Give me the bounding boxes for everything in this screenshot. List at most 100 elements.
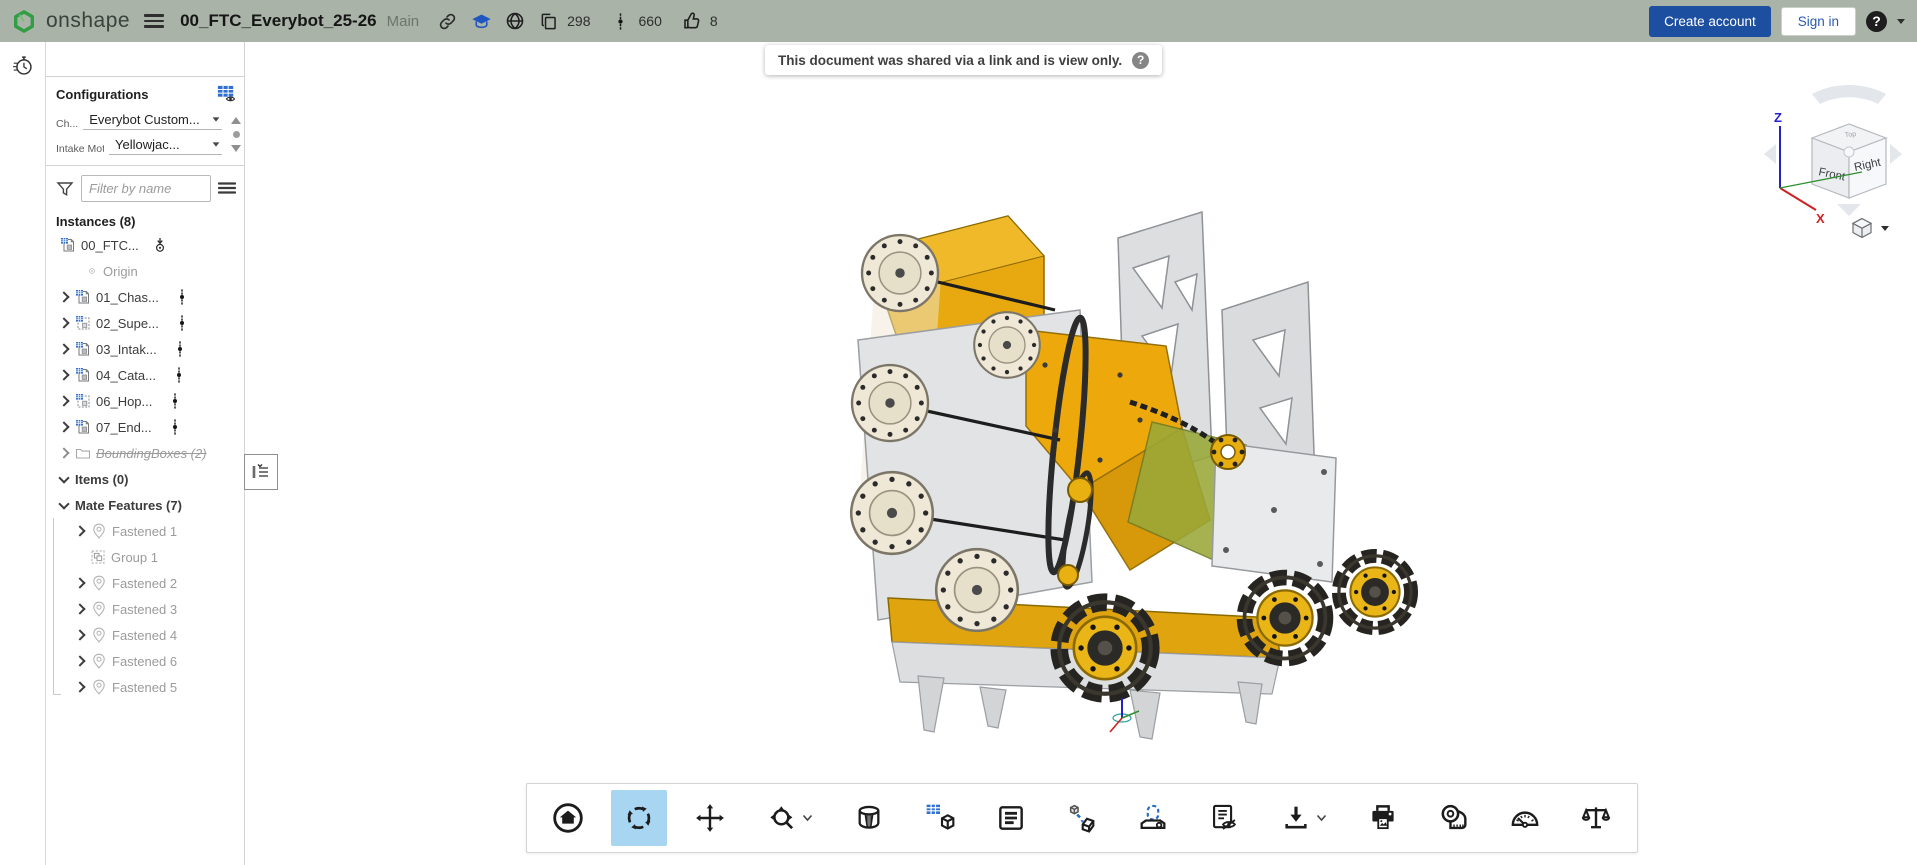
measure-button[interactable] xyxy=(1426,790,1482,846)
mate-fastened-icon xyxy=(91,653,107,669)
suppress-dots-icon[interactable] xyxy=(174,315,190,331)
notice-help-icon[interactable]: ? xyxy=(1132,52,1149,69)
scroll-up-icon[interactable] xyxy=(231,117,241,124)
display-states-button[interactable] xyxy=(1196,790,1252,846)
chevron-right-icon[interactable] xyxy=(58,369,69,380)
tree-collapse-handle[interactable] xyxy=(244,454,278,490)
chevron-right-icon[interactable] xyxy=(58,291,69,302)
tree-row-instance[interactable]: 06_Hop... xyxy=(46,388,244,414)
sign-in-button[interactable]: Sign in xyxy=(1781,7,1856,36)
config-row-intake: Intake Mot Yellowjac... xyxy=(56,137,222,155)
share-link-icon[interactable] xyxy=(435,9,459,33)
chevron-right-icon[interactable] xyxy=(58,395,69,406)
tree-row-origin[interactable]: Origin xyxy=(46,258,244,284)
follow-branch-icon[interactable] xyxy=(609,9,633,33)
scroll-thumb[interactable] xyxy=(233,131,240,138)
chevron-right-icon[interactable] xyxy=(74,681,85,692)
section-view-button[interactable] xyxy=(841,790,897,846)
tree-row-mate[interactable]: Fastened 1 xyxy=(46,518,244,544)
folder-icon xyxy=(75,445,91,461)
tree-row-instance[interactable]: 02_Supe... xyxy=(46,310,244,336)
chevron-right-icon[interactable] xyxy=(58,317,69,328)
config-scroll-spinner[interactable] xyxy=(231,117,241,152)
list-view-icon[interactable] xyxy=(218,181,236,197)
suppress-dots-icon[interactable] xyxy=(171,367,187,383)
configurations-button[interactable] xyxy=(912,790,968,846)
mass-properties-button[interactable] xyxy=(1568,790,1624,846)
view-home-button[interactable] xyxy=(540,790,596,846)
education-cap-icon[interactable] xyxy=(469,9,493,33)
zoom-button[interactable] xyxy=(753,790,827,846)
tree-row-items[interactable]: Items (0) xyxy=(46,466,244,492)
view-mode-caret-icon[interactable] xyxy=(1881,226,1889,231)
branch-name[interactable]: Main xyxy=(387,13,420,30)
create-account-button[interactable]: Create account xyxy=(1649,6,1771,37)
tree-row-mate[interactable]: Fastened 2 xyxy=(46,570,244,596)
tree-row-mate[interactable]: Fastened 3 xyxy=(46,596,244,622)
named-positions-button[interactable] xyxy=(1125,790,1181,846)
viewcube-z-label: Z xyxy=(1774,110,1782,125)
copies-icon[interactable] xyxy=(537,9,561,33)
chevron-right-icon[interactable] xyxy=(58,343,69,354)
tree-row-mate[interactable]: Fastened 6 xyxy=(46,648,244,674)
assembly-icon xyxy=(75,367,91,383)
suppress-dots-icon[interactable] xyxy=(167,419,183,435)
suppress-dots-icon[interactable] xyxy=(172,341,188,357)
configurations-panel: Configurations Ch... Everybot Custom... … xyxy=(46,76,244,166)
suppress-dots-icon[interactable] xyxy=(174,289,190,305)
orbit-button[interactable] xyxy=(611,790,667,846)
mate-fastened-icon xyxy=(91,601,107,617)
likes-count: 8 xyxy=(710,13,718,29)
config-label: Intake Mot xyxy=(56,143,104,155)
follows-count: 660 xyxy=(639,13,662,29)
chevron-right-icon[interactable] xyxy=(74,629,85,640)
config-select-intake[interactable]: Yellowjac... xyxy=(109,137,222,155)
print-button[interactable] xyxy=(1355,790,1411,846)
instances-header: Instances (8) xyxy=(46,208,244,232)
public-globe-icon[interactable] xyxy=(503,9,527,33)
bom-table-button[interactable] xyxy=(983,790,1039,846)
view-cube[interactable]: Top Front Right Z X xyxy=(1752,76,1914,228)
tree-guide xyxy=(53,518,54,695)
chevron-right-icon[interactable] xyxy=(74,655,85,666)
fixed-pin-icon[interactable] xyxy=(152,237,168,253)
tree-row-mate[interactable]: Group 1 xyxy=(46,544,244,570)
chevron-down-icon[interactable] xyxy=(58,498,69,509)
tree-row-mate[interactable]: Fastened 4 xyxy=(46,622,244,648)
help-caret-icon[interactable] xyxy=(1897,19,1905,24)
tree-row-instance[interactable]: 07_End... xyxy=(46,414,244,440)
chevron-right-icon[interactable] xyxy=(74,577,85,588)
hamburger-menu-icon[interactable] xyxy=(144,14,164,28)
pan-button[interactable] xyxy=(682,790,738,846)
config-select-chassis[interactable]: Everybot Custom... xyxy=(83,112,222,130)
zoom-caret-icon xyxy=(802,814,813,822)
tree-row-instance[interactable]: 03_Intak... xyxy=(46,336,244,362)
scroll-down-icon[interactable] xyxy=(231,145,241,152)
chevron-right-icon[interactable] xyxy=(58,447,69,458)
configuration-table-icon[interactable] xyxy=(216,85,236,103)
chevron-right-icon[interactable] xyxy=(74,525,85,536)
angle-measure-button[interactable] xyxy=(1497,790,1553,846)
filter-input[interactable] xyxy=(81,175,211,202)
help-icon[interactable]: ? xyxy=(1866,11,1887,32)
tree-row-instance[interactable]: 04_Cata... xyxy=(46,362,244,388)
suppress-dots-icon[interactable] xyxy=(167,393,183,409)
view-toolbar xyxy=(526,783,1638,853)
robot-model[interactable] xyxy=(830,190,1490,770)
chevron-right-icon[interactable] xyxy=(58,421,69,432)
explode-button[interactable] xyxy=(1054,790,1110,846)
tree-row-root[interactable]: 00_FTC... xyxy=(46,232,244,258)
chevron-right-icon[interactable] xyxy=(74,603,85,614)
like-icon[interactable] xyxy=(680,9,704,33)
tree-row-boundingboxes[interactable]: BoundingBoxes (2) xyxy=(46,440,244,466)
history-icon[interactable] xyxy=(11,54,35,865)
onshape-logo-icon[interactable] xyxy=(12,9,36,33)
download-button[interactable] xyxy=(1266,790,1340,846)
tree-row-mate[interactable]: Fastened 5 xyxy=(46,674,244,700)
view-mode-cube-button[interactable] xyxy=(1850,216,1889,240)
tree-row-instance[interactable]: 01_Chas... xyxy=(46,284,244,310)
filter-funnel-icon[interactable] xyxy=(56,180,74,198)
chevron-down-icon[interactable] xyxy=(58,472,69,483)
tree-row-mate-features[interactable]: Mate Features (7) xyxy=(46,492,244,518)
assembly-icon xyxy=(75,289,91,305)
